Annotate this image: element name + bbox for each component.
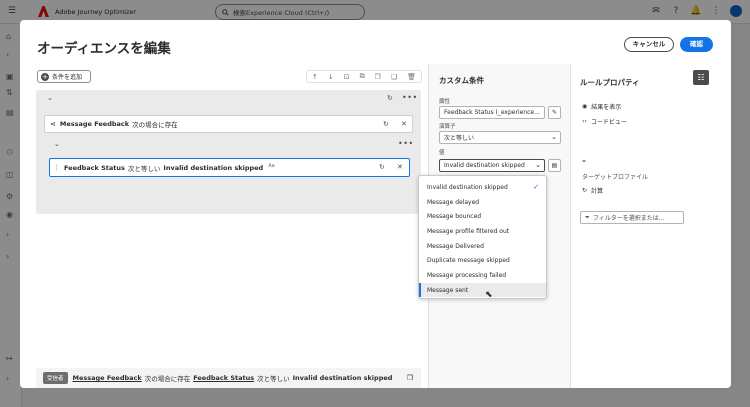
close-icon[interactable]: ✕ — [401, 120, 407, 128]
code-icon: ‹› — [582, 118, 587, 125]
rule-builder-pane: + 条件を追加 ↑ ↓ ⊡ ⧉ ❐ ❏ 🗑 ⌄ ↻ ••• ⋖ Message … — [20, 64, 428, 388]
filter-placeholder: フィルターを選択または... — [592, 215, 665, 222]
group-icon[interactable]: ⊡ — [344, 73, 350, 81]
value-label: 値 — [439, 150, 445, 156]
option-label: Message processing failed — [427, 271, 507, 279]
summary-field-2[interactable]: Feedback Status — [193, 374, 254, 382]
move-up-icon[interactable]: ↑ — [312, 73, 318, 81]
operator-select[interactable]: 次と等しい ⌄ — [439, 131, 561, 144]
operator-value: 次と等しい — [444, 135, 475, 142]
option-label: Duplicate message skipped — [427, 256, 510, 264]
show-results-label: 結果を表示 — [591, 104, 622, 111]
edit-attribute-button[interactable]: ✎ — [548, 106, 561, 119]
rule-toolbar: ↑ ↓ ⊡ ⧉ ❐ ❏ 🗑 — [306, 70, 422, 83]
value-selected: Invalid destination skipped — [444, 162, 525, 169]
summary-value: Invalid destination skipped — [292, 374, 393, 382]
rule2-operator: 次と等しい — [127, 164, 161, 173]
plus-icon: + — [41, 72, 49, 81]
attribute-value: Feedback Status (_experience... — [444, 109, 540, 116]
option-label: Message profile filtered out — [427, 227, 510, 235]
paste-icon[interactable]: ❏ — [391, 73, 397, 81]
code-view-label: コードビュー — [590, 119, 627, 126]
refresh-icon: ↻ — [582, 187, 588, 194]
mouse-cursor-icon: ⬉ — [485, 290, 493, 300]
summary-field-1[interactable]: Message Feedback — [73, 374, 142, 382]
add-condition-label: 条件を追加 — [52, 74, 83, 81]
option-label: Message delayed — [427, 198, 480, 206]
collapse-chevron-icon[interactable]: ⌄ — [54, 140, 60, 148]
show-results-link[interactable]: ◉ 結果を表示 — [582, 102, 621, 111]
summary-op-1: 次の場合に存在 — [144, 375, 191, 383]
code-view-link[interactable]: ‹› コードビュー — [582, 117, 627, 126]
eye-icon: ◉ — [582, 103, 588, 110]
edit-audience-dialog: オーディエンスを編集 キャンセル 確認 + 条件を追加 ↑ ↓ ⊡ ⧉ ❐ ❏ … — [20, 20, 731, 388]
rule2-value: Invalid destination skipped — [163, 163, 264, 172]
ungroup-icon[interactable]: ⧉ — [360, 72, 365, 81]
rule-row-message-feedback[interactable]: ⋖ Message Feedback 次の場合に存在 ↻ ✕ — [44, 115, 413, 133]
value-dropdown-menu: Invalid destination skipped ✓ Message del… — [418, 175, 547, 299]
dropdown-option[interactable]: Message profile filtered out — [419, 224, 546, 238]
calculate-label: 計算 — [591, 188, 604, 195]
rule-canvas: ⌄ ↻ ••• ⋖ Message Feedback 次の場合に存在 ↻ ✕ ⌄… — [36, 90, 421, 214]
rule2-field: Feedback Status — [64, 163, 125, 172]
confirm-button[interactable]: 確認 — [680, 37, 713, 52]
close-icon[interactable]: ✕ — [397, 163, 403, 171]
summary-op-2: 次と等しい — [257, 375, 290, 383]
case-badge: Aa — [268, 162, 275, 169]
rule1-operator: 次の場合に存在 — [132, 121, 178, 129]
value-select[interactable]: Invalid destination skipped ⌄ — [439, 159, 545, 172]
profile-count: – — [582, 156, 586, 165]
checkmark-icon: ✓ — [533, 183, 539, 191]
collapse-chevron-icon[interactable]: ⌄ — [47, 94, 53, 102]
dropdown-option[interactable]: Invalid destination skipped ✓ — [419, 180, 546, 194]
rule1-field: Message Feedback — [59, 120, 130, 128]
value-list-button[interactable]: ▤ — [548, 159, 561, 172]
attribute-label: 属性 — [439, 99, 451, 105]
dropdown-option[interactable]: Message delayed — [419, 195, 546, 209]
dropdown-option[interactable]: Message Delivered — [419, 239, 546, 253]
dropdown-option[interactable]: Message processing failed — [419, 268, 546, 282]
chevron-down-icon: ⌄ — [551, 133, 557, 141]
dropdown-option[interactable]: Message sent — [419, 283, 546, 297]
more-options-icon[interactable]: ••• — [398, 139, 414, 148]
refresh-icon[interactable]: ↻ — [383, 120, 389, 128]
add-condition-button[interactable]: + 条件を追加 — [37, 70, 91, 83]
copy-summary-icon[interactable]: ❐ — [407, 374, 413, 382]
dropdown-option[interactable]: Message bounced — [419, 209, 546, 223]
cancel-button[interactable]: キャンセル — [624, 37, 674, 52]
more-options-icon[interactable]: ••• — [402, 93, 418, 102]
filter-select[interactable]: ⏷ フィルターを選択または... — [580, 211, 684, 224]
option-label: Message bounced — [427, 212, 482, 220]
rule-properties-pane: ルールプロパティ ◉ 結果を表示 ‹› コードビュー – ターゲットプロファイル… — [572, 64, 690, 388]
option-label: Invalid destination skipped — [427, 183, 508, 191]
custom-condition-title: カスタム条件 — [439, 76, 484, 85]
share-icon: ⋖ — [50, 120, 56, 128]
delete-icon[interactable]: 🗑 — [407, 73, 416, 81]
rule-row-feedback-status[interactable]: ⋮ Feedback Status 次と等しい Invalid destinat… — [49, 158, 410, 177]
drag-handle-icon[interactable]: ⋮ — [53, 164, 60, 172]
target-profile-label: ターゲットプロファイル — [582, 174, 649, 181]
dialog-title: オーディエンスを編集 — [37, 41, 171, 57]
audience-summary: 受信者 Message Feedback 次の場合に存在 Feedback St… — [36, 368, 421, 388]
recipient-badge: 受信者 — [43, 372, 68, 384]
operator-label: 演算子 — [439, 124, 456, 130]
attribute-field[interactable]: Feedback Status (_experience... — [439, 106, 545, 119]
copy-icon[interactable]: ❐ — [375, 73, 381, 81]
calculate-button[interactable]: ↻ 計算 — [582, 186, 603, 195]
refresh-icon[interactable]: ↻ — [379, 163, 385, 171]
rule-properties-title: ルールプロパティ — [580, 78, 640, 87]
refresh-icon[interactable]: ↻ — [387, 94, 393, 102]
option-label: Message sent — [427, 286, 469, 294]
dropdown-option[interactable]: Duplicate message skipped — [419, 253, 546, 267]
filter-icon: ⏷ — [585, 213, 590, 221]
chevron-down-icon: ⌄ — [535, 161, 541, 169]
move-down-icon[interactable]: ↓ — [328, 73, 334, 81]
properties-panel-toggle-icon[interactable]: ☷ — [693, 70, 709, 85]
option-label: Message Delivered — [427, 242, 484, 250]
